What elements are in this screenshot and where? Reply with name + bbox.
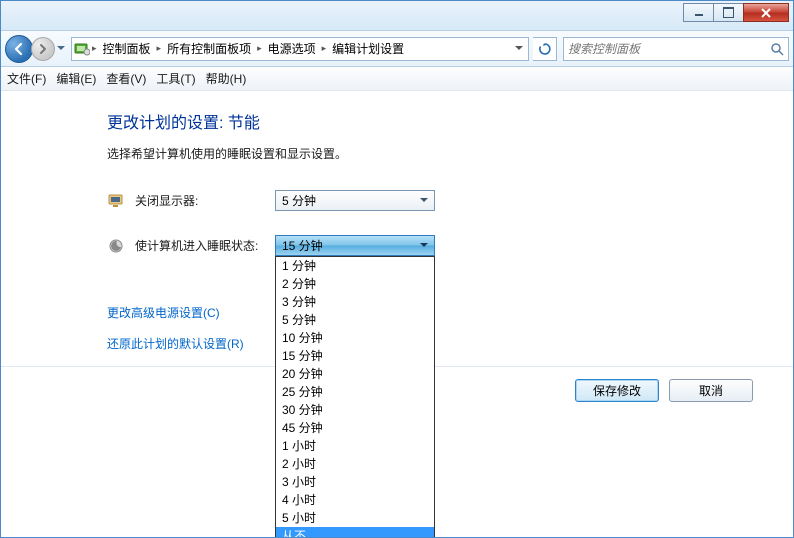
- breadcrumb-item[interactable]: 控制面板: [99, 40, 155, 57]
- refresh-button[interactable]: [533, 37, 557, 61]
- sleep-dropdown-list[interactable]: 1 分钟2 分钟3 分钟5 分钟10 分钟15 分钟20 分钟25 分钟30 分…: [275, 256, 435, 538]
- content: 更改计划的设置: 节能 选择希望计算机使用的睡眠设置和显示设置。 关闭显示器: …: [1, 91, 793, 537]
- breadcrumb-item[interactable]: 所有控制面板项: [163, 40, 255, 57]
- chevron-right-icon: ▸: [322, 43, 327, 54]
- titlebar: [1, 1, 793, 31]
- minimize-button[interactable]: [683, 3, 713, 22]
- breadcrumb-dropdown[interactable]: [512, 46, 526, 51]
- menu-view[interactable]: 查看(V): [106, 70, 146, 87]
- display-off-combo[interactable]: 5 分钟: [275, 190, 435, 211]
- menubar: 文件(F) 编辑(E) 查看(V) 工具(T) 帮助(H): [1, 67, 793, 91]
- dropdown-option[interactable]: 3 小时: [276, 473, 434, 491]
- history-dropdown[interactable]: [55, 40, 67, 58]
- setting-display-off: 关闭显示器: 5 分钟: [107, 190, 751, 211]
- save-button[interactable]: 保存修改: [575, 379, 659, 402]
- menu-tools[interactable]: 工具(T): [156, 70, 195, 87]
- setting-label: 使计算机进入睡眠状态:: [135, 237, 275, 254]
- dropdown-option[interactable]: 3 分钟: [276, 293, 434, 311]
- menu-edit[interactable]: 编辑(E): [56, 70, 96, 87]
- setting-sleep: 使计算机进入睡眠状态: 15 分钟 1 分钟2 分钟3 分钟5 分钟10 分钟1…: [107, 235, 751, 256]
- dropdown-option[interactable]: 15 分钟: [276, 347, 434, 365]
- dropdown-option[interactable]: 10 分钟: [276, 329, 434, 347]
- menu-help[interactable]: 帮助(H): [206, 70, 247, 87]
- chevron-right-icon: ▸: [92, 43, 97, 54]
- breadcrumb[interactable]: ▸ 控制面板 ▸ 所有控制面板项 ▸ 电源选项 ▸ 编辑计划设置: [71, 37, 529, 61]
- combo-value: 5 分钟: [282, 192, 416, 209]
- control-panel-icon: [74, 41, 90, 57]
- close-button[interactable]: [743, 3, 789, 22]
- dropdown-option[interactable]: 2 小时: [276, 455, 434, 473]
- chevron-right-icon: ▸: [157, 43, 162, 54]
- monitor-icon: [107, 192, 125, 210]
- combo-value: 15 分钟: [282, 237, 416, 254]
- chevron-down-icon: [416, 237, 432, 254]
- page-title: 更改计划的设置: 节能: [107, 109, 751, 133]
- dropdown-option[interactable]: 从不: [276, 527, 434, 538]
- dropdown-option[interactable]: 45 分钟: [276, 419, 434, 437]
- back-button[interactable]: [5, 35, 33, 63]
- dropdown-option[interactable]: 30 分钟: [276, 401, 434, 419]
- dropdown-option[interactable]: 1 分钟: [276, 257, 434, 275]
- search-input[interactable]: [568, 42, 770, 56]
- moon-icon: [107, 237, 125, 255]
- page-subtitle: 选择希望计算机使用的睡眠设置和显示设置。: [107, 145, 751, 162]
- breadcrumb-item[interactable]: 电源选项: [264, 40, 320, 57]
- dropdown-option[interactable]: 1 小时: [276, 437, 434, 455]
- search-box[interactable]: [563, 37, 789, 61]
- chevron-down-icon: [416, 192, 432, 209]
- dropdown-option[interactable]: 5 分钟: [276, 311, 434, 329]
- search-icon: [770, 42, 784, 56]
- navbar: ▸ 控制面板 ▸ 所有控制面板项 ▸ 电源选项 ▸ 编辑计划设置: [1, 31, 793, 67]
- maximize-button[interactable]: [713, 3, 743, 22]
- dropdown-option[interactable]: 2 分钟: [276, 275, 434, 293]
- breadcrumb-item[interactable]: 编辑计划设置: [328, 40, 408, 57]
- dropdown-option[interactable]: 20 分钟: [276, 365, 434, 383]
- dropdown-option[interactable]: 5 小时: [276, 509, 434, 527]
- nav-history: [5, 35, 67, 63]
- window: ▸ 控制面板 ▸ 所有控制面板项 ▸ 电源选项 ▸ 编辑计划设置 文件(F) 编…: [0, 0, 794, 538]
- cancel-button[interactable]: 取消: [669, 379, 753, 402]
- forward-button[interactable]: [31, 37, 55, 61]
- menu-file[interactable]: 文件(F): [7, 70, 46, 87]
- sleep-combo[interactable]: 15 分钟 1 分钟2 分钟3 分钟5 分钟10 分钟15 分钟20 分钟25 …: [275, 235, 435, 256]
- dropdown-option[interactable]: 4 小时: [276, 491, 434, 509]
- chevron-right-icon: ▸: [257, 43, 262, 54]
- setting-label: 关闭显示器:: [135, 192, 275, 209]
- dropdown-option[interactable]: 25 分钟: [276, 383, 434, 401]
